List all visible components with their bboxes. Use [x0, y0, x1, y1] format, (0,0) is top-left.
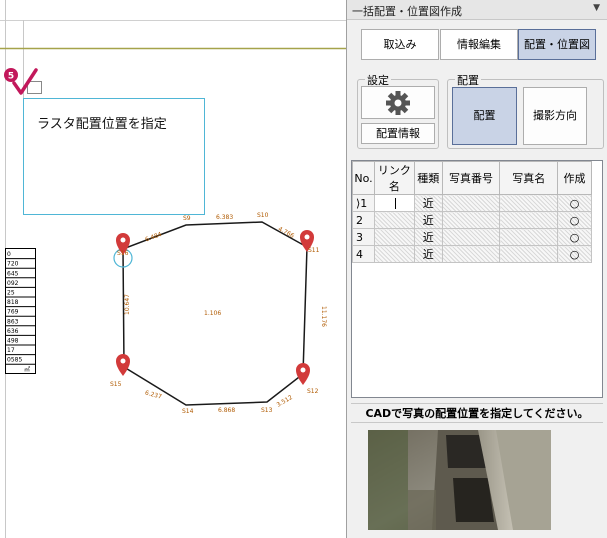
cell-kind[interactable]: 近 — [413, 211, 443, 229]
row-no: 4 — [352, 245, 375, 263]
cell-photo-number[interactable] — [441, 194, 501, 212]
dist-top1: 6.484 — [144, 231, 163, 244]
cell-link-name[interactable] — [373, 211, 415, 229]
table-row[interactable]: 3 近 ○ — [352, 228, 592, 246]
instruction-text: CADで写真の配置位置を指定してください。 — [351, 403, 603, 423]
cell-photo-name[interactable] — [499, 194, 559, 212]
photo-table[interactable]: No. リンク名 種類 写真番号 写真名 作成 ⟩1 近 ○ 2 近 ○ 3 近… — [351, 160, 603, 398]
side-value: 25 — [7, 290, 15, 297]
cell-photo-number[interactable] — [441, 245, 501, 263]
cad-drawing[interactable]: S9 S10 S11 S12 S13 S14 S15 S16 6.484 6.3… — [0, 0, 346, 538]
label-s10: S10 — [257, 212, 269, 219]
step-number: 5 — [8, 72, 14, 82]
side-value: 863 — [7, 318, 19, 325]
row-no: ⟩1 — [352, 194, 375, 212]
place-button[interactable]: 配置 — [452, 87, 517, 145]
settings-gear-button[interactable] — [361, 86, 435, 119]
dist-top3: 4.766 — [277, 226, 296, 240]
col-no: No. — [352, 161, 375, 195]
raster-placement-box[interactable]: ラスタ配置位置を指定 — [23, 98, 205, 215]
dist-bot2: 6.868 — [218, 407, 235, 414]
dist-bot1: 6.237 — [144, 389, 163, 400]
text-caret — [394, 198, 396, 209]
cell-photo-number[interactable] — [441, 211, 501, 229]
side-value: 769 — [7, 309, 19, 316]
cell-kind[interactable]: 近 — [413, 194, 443, 212]
raster-placement-text: ラスタ配置位置を指定 — [37, 117, 167, 132]
cell-made[interactable]: ○ — [557, 245, 592, 263]
col-kind[interactable]: 種類 — [413, 161, 443, 195]
cell-link-name[interactable] — [373, 228, 415, 246]
col-made[interactable]: 作成 — [557, 161, 592, 195]
dist-right: 11.176 — [320, 306, 327, 327]
cad-canvas[interactable]: S9 S10 S11 S12 S13 S14 S15 S16 6.484 6.3… — [0, 0, 346, 538]
dist-top2: 6.383 — [216, 214, 233, 221]
label-s11: S11 — [308, 247, 320, 254]
photo-preview — [368, 430, 551, 530]
cell-kind[interactable]: 近 — [413, 245, 443, 263]
label-s12: S12 — [307, 388, 319, 395]
table-header-row: No. リンク名 種類 写真番号 写真名 作成 — [352, 161, 592, 195]
side-value: 17 — [7, 347, 15, 354]
tab-import[interactable]: 取込み — [361, 29, 439, 60]
pin-s15 — [116, 354, 130, 376]
label-s13: S13 — [261, 407, 273, 414]
dist-left: 10.647 — [124, 294, 131, 315]
label-s16: S16 — [117, 250, 129, 257]
cell-photo-name[interactable] — [499, 211, 559, 229]
table-row[interactable]: 2 近 ○ — [352, 211, 592, 229]
dropdown-arrow-icon[interactable]: ▼ — [593, 3, 600, 13]
col-link-name[interactable]: リンク名 — [373, 161, 415, 195]
cell-made[interactable]: ○ — [557, 194, 592, 212]
cad-marker-box — [27, 81, 42, 94]
placement-info-button[interactable]: 配置情報 — [361, 123, 435, 144]
pin-s12 — [296, 363, 310, 385]
label-s9: S9 — [183, 215, 191, 222]
side-value: 645 — [7, 270, 19, 277]
tab-info-edit[interactable]: 情報編集 — [440, 29, 518, 60]
row-no: 3 — [352, 228, 375, 246]
label-s15: S15 — [110, 381, 122, 388]
cell-kind[interactable]: 近 — [413, 228, 443, 246]
area-label: 1.106 — [204, 310, 221, 317]
placement-group-label: 配置 — [455, 72, 481, 88]
cell-made[interactable]: ○ — [557, 228, 592, 246]
photo-image — [368, 430, 551, 530]
side-value: ㎡ — [24, 365, 30, 373]
cell-photo-number[interactable] — [441, 228, 501, 246]
cell-link-name[interactable] — [373, 194, 415, 212]
side-value: 818 — [7, 299, 19, 306]
side-value: 0 — [7, 251, 11, 258]
table-row[interactable]: ⟩1 近 ○ — [352, 194, 592, 212]
side-value: 0585 — [7, 357, 22, 364]
cell-photo-name[interactable] — [499, 245, 559, 263]
label-s14: S14 — [182, 408, 194, 415]
side-value: 636 — [7, 328, 19, 335]
shooting-direction-button[interactable]: 撮影方向 — [523, 87, 587, 145]
panel-titlebar: 一括配置・位置図作成 ▼ — [347, 0, 607, 20]
row-no: 2 — [352, 211, 375, 229]
cell-link-name[interactable] — [373, 245, 415, 263]
col-photo-number[interactable]: 写真番号 — [441, 161, 501, 195]
side-value: 092 — [7, 280, 19, 287]
cell-photo-name[interactable] — [499, 228, 559, 246]
panel-title: 一括配置・位置図作成 — [352, 5, 462, 18]
gear-icon — [386, 91, 410, 115]
cell-made[interactable]: ○ — [557, 211, 592, 229]
side-value: 498 — [7, 338, 19, 345]
dist-bot3: 3.512 — [275, 394, 294, 409]
table-row[interactable]: 4 近 ○ — [352, 245, 592, 263]
tab-placement-map[interactable]: 配置・位置図 — [518, 29, 596, 60]
side-value: 720 — [7, 261, 19, 268]
col-photo-name[interactable]: 写真名 — [499, 161, 559, 195]
